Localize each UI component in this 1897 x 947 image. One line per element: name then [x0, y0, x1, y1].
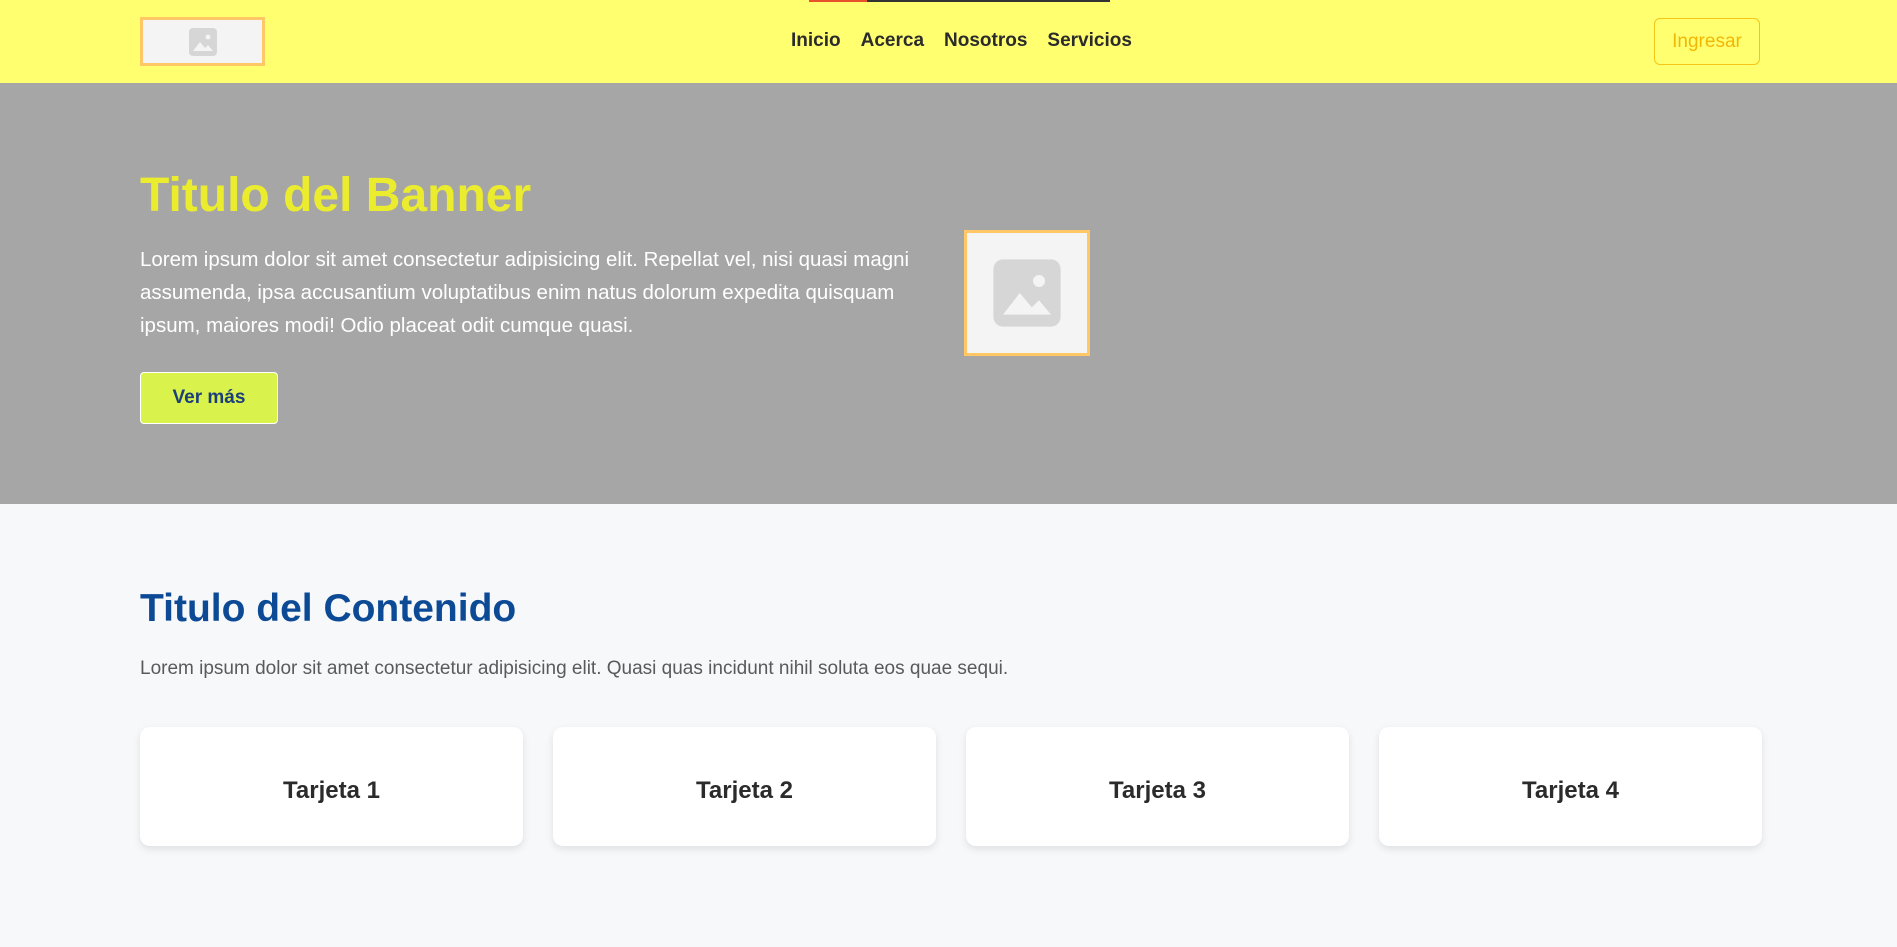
image-placeholder-icon [188, 27, 217, 56]
content-text: Lorem ipsum dolor sit amet consectetur a… [140, 658, 1009, 679]
card-title: Tarjeta 2 [696, 776, 793, 804]
site-header: Inicio Acerca Nosotros Servicios Ingresa… [0, 0, 1897, 83]
card-title: Tarjeta 4 [1522, 776, 1619, 804]
nav-item-acerca[interactable]: Acerca [861, 30, 924, 52]
nav-item-nosotros[interactable]: Nosotros [944, 30, 1027, 52]
hero-title: Titulo del Banner [140, 169, 532, 222]
hero-image [964, 230, 1090, 356]
card-4[interactable]: Tarjeta 4 [1379, 727, 1762, 846]
see-more-button[interactable]: Ver más [140, 372, 278, 424]
top-accent-segment [809, 0, 867, 2]
card-list: Tarjeta 1 Tarjeta 2 Tarjeta 3 Tarjeta 4 [140, 727, 1762, 846]
card-title: Tarjeta 1 [283, 776, 380, 804]
logo[interactable] [140, 17, 265, 66]
card-title: Tarjeta 3 [1109, 776, 1206, 804]
card-2[interactable]: Tarjeta 2 [553, 727, 936, 846]
main-nav: Inicio Acerca Nosotros Servicios [791, 30, 1132, 52]
content-section: Titulo del Contenido Lorem ipsum dolor s… [0, 504, 1897, 947]
card-1[interactable]: Tarjeta 1 [140, 727, 523, 846]
card-3[interactable]: Tarjeta 3 [966, 727, 1349, 846]
login-button[interactable]: Ingresar [1654, 18, 1760, 65]
nav-item-servicios[interactable]: Servicios [1047, 30, 1132, 52]
nav-item-inicio[interactable]: Inicio [791, 30, 841, 52]
image-placeholder-icon [993, 259, 1061, 327]
content-title: Titulo del Contenido [140, 587, 517, 630]
hero-text: Lorem ipsum dolor sit amet consectetur a… [140, 248, 910, 337]
hero-banner: Titulo del Banner Lorem ipsum dolor sit … [0, 83, 1897, 504]
top-accent-line [809, 0, 1110, 2]
